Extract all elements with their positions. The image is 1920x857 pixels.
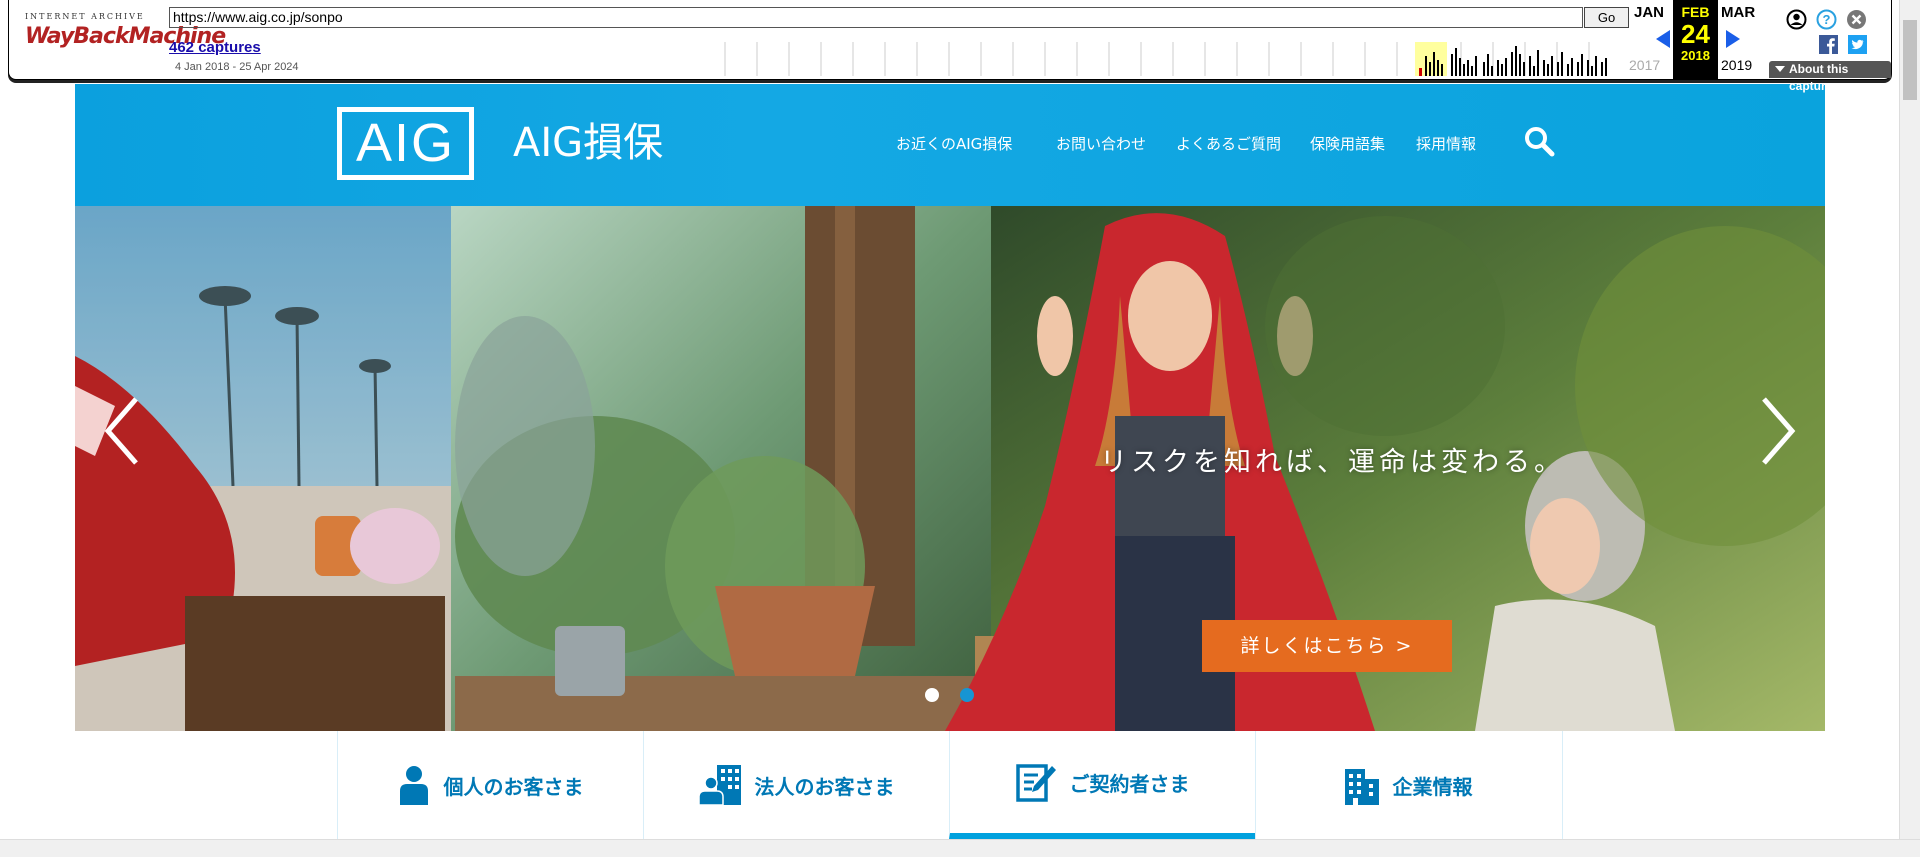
tab-company-info[interactable]: 企業情報 (1255, 731, 1561, 839)
search-icon[interactable] (1523, 125, 1555, 157)
aig-logo[interactable]: AIG (337, 107, 474, 180)
wayback-machine-text: WayBackMachine (25, 24, 226, 49)
tabs-divider (1562, 731, 1563, 839)
carousel-dot-2[interactable] (960, 688, 974, 702)
next-month-label: MAR (1721, 4, 1756, 21)
prev-capture-arrow-icon[interactable] (1656, 30, 1670, 48)
wayback-url-input[interactable]: https://www.aig.co.jp/sonpo (169, 7, 1583, 28)
carousel-next-arrow-icon[interactable] (1758, 395, 1798, 467)
capture-sparkline[interactable] (715, 42, 1615, 76)
nav-contact[interactable]: お問い合わせ (1056, 133, 1146, 154)
facebook-icon[interactable] (1819, 35, 1838, 54)
current-capture-date: FEB 24 2018 (1673, 0, 1718, 79)
current-year: 2018 (1681, 48, 1710, 63)
horizontal-scrollbar[interactable] (0, 839, 1920, 857)
captures-link[interactable]: 462 captures (169, 39, 261, 56)
capture-date-range: 4 Jan 2018 - 25 Apr 2024 (175, 61, 299, 73)
about-capture-button[interactable]: About this capture (1769, 61, 1891, 93)
person-icon (399, 766, 428, 805)
about-capture-label: About this capture (1789, 62, 1849, 93)
nav-faq[interactable]: よくあるご質問 (1176, 133, 1281, 154)
category-tabs: 個人のお客さま 法人のお客さま ご契約者さま 企業情報 (337, 731, 1563, 839)
wayback-go-button[interactable]: Go (1584, 7, 1629, 28)
tab-corporate-label: 法人のお客さま (754, 774, 895, 799)
internet-archive-text: INTERNET ARCHIVE (25, 12, 145, 21)
twitter-icon[interactable] (1848, 35, 1867, 54)
vertical-scrollbar-thumb[interactable] (1903, 20, 1917, 100)
tab-individual-label: 個人のお客さま (443, 774, 584, 799)
nav-glossary[interactable]: 保険用語集 (1310, 133, 1385, 154)
brand-name[interactable]: AIG損保 (513, 116, 663, 170)
help-icon[interactable]: ? (1816, 9, 1837, 30)
close-icon[interactable] (1846, 9, 1867, 30)
hero-details-button[interactable]: 詳しくはこちら > (1202, 620, 1452, 672)
wayback-logo[interactable]: INTERNET ARCHIVE WayBackMachine (25, 12, 226, 60)
user-account-icon[interactable] (1786, 9, 1807, 30)
current-month: FEB (1681, 4, 1710, 20)
next-capture-arrow-icon[interactable] (1726, 30, 1740, 48)
nav-careers[interactable]: 採用情報 (1416, 133, 1476, 154)
business-person-icon (698, 765, 741, 805)
prev-year-label: 2017 (1629, 57, 1661, 73)
tab-policyholders[interactable]: ご契約者さま (949, 731, 1255, 839)
carousel-dot-1[interactable] (925, 688, 939, 702)
tab-individual[interactable]: 個人のお客さま (337, 731, 643, 839)
nav-nearby-branch[interactable]: お近くのAIG損保 (896, 133, 1012, 154)
dropdown-triangle-icon (1775, 66, 1785, 72)
page-margin (0, 84, 75, 206)
tab-policyholders-label: ご契約者さま (1069, 771, 1190, 796)
vertical-scrollbar[interactable] (1899, 0, 1920, 857)
tab-corporate[interactable]: 法人のお客さま (643, 731, 949, 839)
carousel-prev-arrow-icon[interactable] (102, 395, 142, 467)
current-day: 24 (1681, 19, 1710, 49)
contract-edit-icon (1015, 764, 1056, 802)
svg-text:?: ? (1823, 12, 1831, 27)
tab-company-info-label: 企業情報 (1392, 774, 1473, 799)
next-year-label: 2019 (1721, 57, 1753, 73)
hero-caption: リスクを知れば、運命は変わる。 (1100, 447, 1565, 478)
building-icon (1344, 769, 1379, 805)
prev-month-label: JAN (1634, 4, 1665, 21)
wayback-toolbar: INTERNET ARCHIVE WayBackMachine https://… (8, 0, 1892, 93)
